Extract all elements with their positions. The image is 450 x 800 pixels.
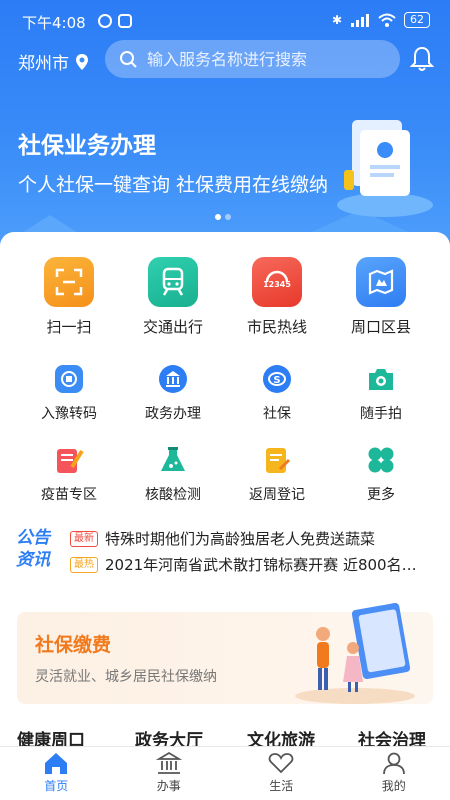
hotline-12345-icon: 12345 <box>252 257 302 307</box>
banner-title: 社保业务办理 <box>18 133 156 159</box>
bottom-tab-bar: 首页 办事 生活 我的 <box>0 746 450 800</box>
heart-icon <box>268 753 294 774</box>
carousel-indicator <box>215 214 231 220</box>
wifi-icon <box>378 13 396 27</box>
tab-services[interactable]: 办事 <box>113 747 226 800</box>
status-bar: 下午4:08 ✱ 62 <box>0 0 450 44</box>
location-pin-icon <box>76 53 88 70</box>
service-return-register[interactable]: 返周登记 <box>225 444 329 504</box>
city-label: 郑州市 <box>18 54 69 74</box>
main-services-grid: 扫一扫 交通出行 12345 市民热线 周口区县 <box>0 257 450 337</box>
service-label: 政务办理 <box>145 406 201 422</box>
alarm-icon <box>98 14 112 28</box>
news-tag-hot: 最热 <box>70 556 98 573</box>
svg-text:S: S <box>273 375 280 386</box>
battery-indicator: 62 <box>404 12 430 28</box>
service-vaccine[interactable]: 疫苗专区 <box>17 444 121 504</box>
banner-subtitle: 个人社保一键查询 社保费用在线缴纳 <box>18 174 329 196</box>
tab-label: 生活 <box>269 779 294 793</box>
service-label: 更多 <box>367 487 395 503</box>
payment-illustration <box>295 602 415 704</box>
document-illustration <box>337 120 433 217</box>
service-districts[interactable]: 周口区县 <box>329 257 433 337</box>
service-scan[interactable]: 扫一扫 <box>17 257 121 337</box>
promo-subtitle: 灵活就业、城乡居民社保缴纳 <box>35 669 217 685</box>
search-input[interactable] <box>147 49 377 69</box>
tab-mine[interactable]: 我的 <box>338 747 450 800</box>
user-icon <box>382 752 405 775</box>
scan-icon <box>44 257 94 307</box>
code-transfer-icon <box>53 363 85 395</box>
services-card: 扫一扫 交通出行 12345 市民热线 周口区县 入豫转码 政务办理 S 社保 … <box>0 232 450 752</box>
tab-label: 办事 <box>156 779 181 793</box>
tab-label: 首页 <box>44 779 69 793</box>
service-label: 市民热线 <box>246 318 307 336</box>
service-snapshot[interactable]: 随手拍 <box>329 363 433 423</box>
app-notification-icon <box>118 14 132 28</box>
service-label: 核酸检测 <box>145 487 201 503</box>
news-logo: 公告 资讯 <box>16 527 62 573</box>
tab-home[interactable]: 首页 <box>0 747 113 800</box>
news-item[interactable]: 最新 特殊时期他们为高龄独居老人免费送蔬菜 <box>70 528 440 549</box>
news-logo-line2: 资讯 <box>16 550 50 570</box>
camera-icon <box>365 363 397 395</box>
services-row-2: 入豫转码 政务办理 S 社保 随手拍 <box>0 363 450 423</box>
news-headline: 2021年河南省武术散打锦标赛开赛 近800名… <box>105 556 417 574</box>
register-icon <box>261 444 293 476</box>
news-ticker[interactable]: 公告 资讯 最新 特殊时期他们为高龄独居老人免费送蔬菜 最热 2021年河南省武… <box>0 524 450 578</box>
subway-icon <box>148 257 198 307</box>
building-icon <box>155 751 182 774</box>
service-label: 社保 <box>263 406 291 422</box>
service-nucleic-test[interactable]: 核酸检测 <box>121 444 225 504</box>
service-hotline[interactable]: 12345 市民热线 <box>225 257 329 337</box>
social-security-icon: S <box>261 363 293 395</box>
service-label: 疫苗专区 <box>41 487 97 503</box>
hero-banner[interactable]: 下午4:08 ✱ 62 郑州市 输入服务名称进行搜索 社保业务办理 个人社保一键… <box>0 0 450 260</box>
flask-icon <box>157 444 189 476</box>
vaccine-icon <box>53 444 85 476</box>
services-row-3: 疫苗专区 核酸检测 返周登记 更多 <box>0 444 450 504</box>
service-label: 随手拍 <box>360 406 402 422</box>
service-label: 返周登记 <box>249 487 305 503</box>
home-icon <box>45 753 68 774</box>
tab-life[interactable]: 生活 <box>225 747 338 800</box>
tab-label: 我的 <box>381 779 406 793</box>
more-icon <box>365 444 397 476</box>
service-more[interactable]: 更多 <box>329 444 433 504</box>
search-icon <box>120 51 137 68</box>
news-logo-line1: 公告 <box>16 528 50 548</box>
service-code-transfer[interactable]: 入豫转码 <box>17 363 121 423</box>
news-headline: 特殊时期他们为高龄独居老人免费送蔬菜 <box>105 530 376 548</box>
service-label: 入豫转码 <box>41 406 97 422</box>
status-time: 下午4:08 <box>22 14 86 32</box>
signal-icon <box>351 14 369 27</box>
service-government[interactable]: 政务办理 <box>121 363 225 423</box>
news-item[interactable]: 最热 2021年河南省武术散打锦标赛开赛 近800名… <box>70 554 440 575</box>
map-icon <box>356 257 406 307</box>
service-label: 周口区县 <box>350 318 411 336</box>
search-box[interactable] <box>105 40 400 78</box>
city-selector[interactable]: 郑州市 <box>18 49 89 74</box>
service-label: 扫一扫 <box>46 318 92 336</box>
social-security-payment-banner[interactable]: 社保缴费 灵活就业、城乡居民社保缴纳 <box>17 602 433 704</box>
svg-text:12345: 12345 <box>263 280 291 289</box>
service-social-security[interactable]: S 社保 <box>225 363 329 423</box>
news-tag-latest: 最新 <box>70 530 98 547</box>
bell-icon[interactable] <box>410 46 434 72</box>
government-icon <box>157 363 189 395</box>
bluetooth-icon: ✱ <box>331 13 342 27</box>
promo-title: 社保缴费 <box>35 634 112 656</box>
service-traffic[interactable]: 交通出行 <box>121 257 225 337</box>
service-label: 交通出行 <box>142 318 203 336</box>
